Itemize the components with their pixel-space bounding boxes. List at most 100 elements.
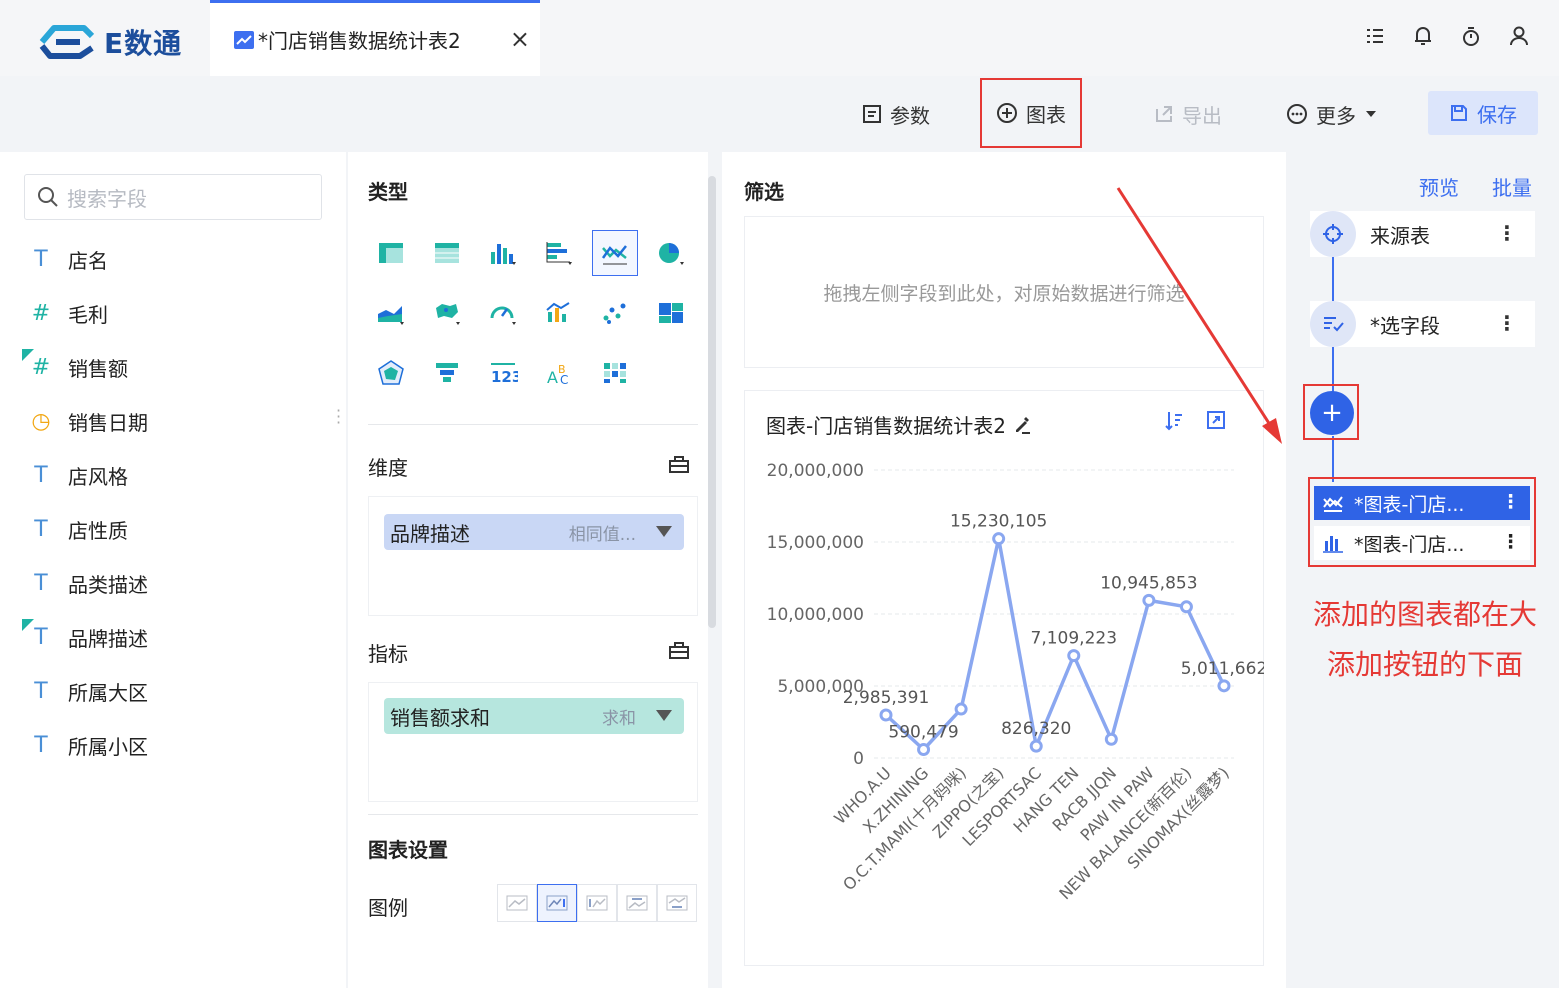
node-menu-icon[interactable]: ⋮ <box>1501 491 1520 513</box>
batch-link[interactable]: 批量 <box>1492 172 1532 201</box>
params-button[interactable]: 参数 <box>862 76 930 152</box>
plus-circle-icon <box>997 103 1017 123</box>
data-point <box>1217 679 1231 693</box>
number-card-icon[interactable]: 123 <box>480 350 526 396</box>
scatter-chart-icon[interactable] <box>592 290 638 336</box>
field-item[interactable]: # 毛利 <box>24 298 108 328</box>
field-item[interactable]: ◷ 销售日期 <box>24 406 148 436</box>
edit-icon[interactable] <box>1012 415 1032 435</box>
list-icon[interactable] <box>1365 24 1385 48</box>
word-cloud-icon[interactable]: ABC <box>536 350 582 396</box>
select-fields-node[interactable]: *选字段 ⋮ <box>1310 301 1535 347</box>
caret-down-icon[interactable] <box>656 526 672 537</box>
tab-sales-report[interactable]: *门店销售数据统计表2 × <box>210 0 540 76</box>
flow-panel <box>1288 152 1559 988</box>
top-bar: E数通 *门店销售数据统计表2 × <box>0 0 1559 76</box>
node-menu-icon[interactable]: ⋮ <box>1501 531 1520 553</box>
legend-left-icon[interactable] <box>577 884 617 922</box>
select-fields-icon <box>1310 301 1356 347</box>
timer-icon[interactable] <box>1461 24 1481 48</box>
table-chart-icon[interactable] <box>368 230 414 276</box>
horizontal-bar-icon[interactable] <box>536 230 582 276</box>
export-button[interactable]: 导出 <box>1154 76 1222 152</box>
gauge-chart-icon[interactable] <box>480 290 526 336</box>
data-point <box>1104 732 1118 746</box>
svg-text:123: 123 <box>491 368 518 386</box>
field-item[interactable]: # 销售额 <box>22 348 128 382</box>
caret-down-icon[interactable] <box>656 710 672 721</box>
legend-top-icon[interactable] <box>617 884 657 922</box>
heatmap-chart-icon[interactable] <box>592 350 638 396</box>
config-scrollbar[interactable] <box>708 176 716 628</box>
metric-settings-icon[interactable] <box>668 640 690 660</box>
bar-chart-icon[interactable] <box>480 230 526 276</box>
legend-none-icon[interactable] <box>497 884 537 922</box>
field-item[interactable]: T 店名 <box>24 244 108 274</box>
data-point <box>1029 739 1043 753</box>
source-table-node[interactable]: 来源表 ⋮ <box>1310 211 1535 257</box>
text-type-icon: T <box>34 678 48 704</box>
user-icon[interactable] <box>1509 24 1529 48</box>
chart-node-bar[interactable]: *图表-门店... ⋮ <box>1314 526 1530 560</box>
bell-icon[interactable] <box>1413 24 1433 48</box>
line-chart: 20,000,00015,000,00010,000,0005,000,0000… <box>767 461 1264 903</box>
data-point <box>1142 593 1156 607</box>
treemap-chart-icon[interactable] <box>648 290 694 336</box>
chart-title: 图表-门店销售数据统计表2 <box>766 410 1032 439</box>
field-item[interactable]: T 品牌描述 <box>22 618 148 652</box>
close-icon[interactable]: × <box>510 25 530 53</box>
text-type-icon: T <box>34 516 48 542</box>
field-item[interactable]: T 所属大区 <box>24 676 148 706</box>
annotation-note: 添加的图表都在大 添加按钮的下面 <box>1312 598 1537 681</box>
add-node-button[interactable]: + <box>1310 391 1354 435</box>
metric-pill[interactable]: 销售额求和 求和 <box>384 698 684 734</box>
field-item[interactable]: T 店风格 <box>24 460 128 490</box>
area-chart-icon[interactable] <box>368 290 414 336</box>
line-chart-type-icon[interactable] <box>592 230 638 276</box>
dimension-pill[interactable]: 品牌描述 相同值... <box>384 514 684 550</box>
search-input[interactable]: 搜索字段 <box>24 174 322 220</box>
field-item[interactable]: T 品类描述 <box>24 568 148 598</box>
svg-text:C: C <box>560 373 568 387</box>
map-chart-icon[interactable] <box>424 290 470 336</box>
resize-handle[interactable]: · · · <box>336 403 341 431</box>
search-icon <box>38 187 58 207</box>
filter-title: 筛选 <box>744 180 784 204</box>
date-type-icon: ◷ <box>31 408 51 434</box>
data-point <box>992 532 1006 546</box>
chart-node-line[interactable]: *图表-门店... ⋮ <box>1314 486 1530 520</box>
legend-bottom-icon[interactable] <box>657 884 697 922</box>
radar-chart-icon[interactable] <box>368 350 414 396</box>
text-type-icon: T <box>34 732 48 758</box>
preview-link[interactable]: 预览 <box>1419 172 1459 201</box>
node-menu-icon[interactable]: ⋮ <box>1497 311 1517 335</box>
add-chart-button[interactable]: 图表 <box>980 78 1082 148</box>
pie-chart-icon[interactable] <box>648 230 694 276</box>
data-label: 7,109,223 <box>1031 629 1118 649</box>
logo-icon <box>39 25 95 59</box>
svg-text:A: A <box>547 368 558 387</box>
data-label: 10,945,853 <box>1100 573 1197 593</box>
data-point <box>1179 600 1193 614</box>
legend-right-icon[interactable] <box>537 884 577 922</box>
node-menu-icon[interactable]: ⋮ <box>1497 221 1517 245</box>
combo-chart-icon[interactable] <box>536 290 582 336</box>
dimension-settings-icon[interactable] <box>668 454 690 474</box>
metric-label: 指标 <box>368 642 408 666</box>
funnel-chart-icon[interactable] <box>424 350 470 396</box>
y-tick-label: 20,000,000 <box>767 461 864 481</box>
field-item[interactable]: T 店性质 <box>24 514 128 544</box>
type-section-title: 类型 <box>368 180 408 204</box>
number-type-icon: # <box>22 348 58 380</box>
chart-settings-title: 图表设置 <box>368 838 448 862</box>
data-point <box>879 708 893 722</box>
text-type-icon: T <box>22 618 58 650</box>
data-label: 826,320 <box>1001 719 1071 739</box>
save-button[interactable]: 保存 <box>1428 91 1538 135</box>
more-button[interactable]: 更多 <box>1286 76 1378 152</box>
save-icon <box>1451 105 1467 121</box>
field-item[interactable]: T 所属小区 <box>24 730 148 760</box>
legend-label: 图例 <box>368 896 408 920</box>
used-flag-icon <box>22 348 34 361</box>
crosstab-chart-icon[interactable] <box>424 230 470 276</box>
